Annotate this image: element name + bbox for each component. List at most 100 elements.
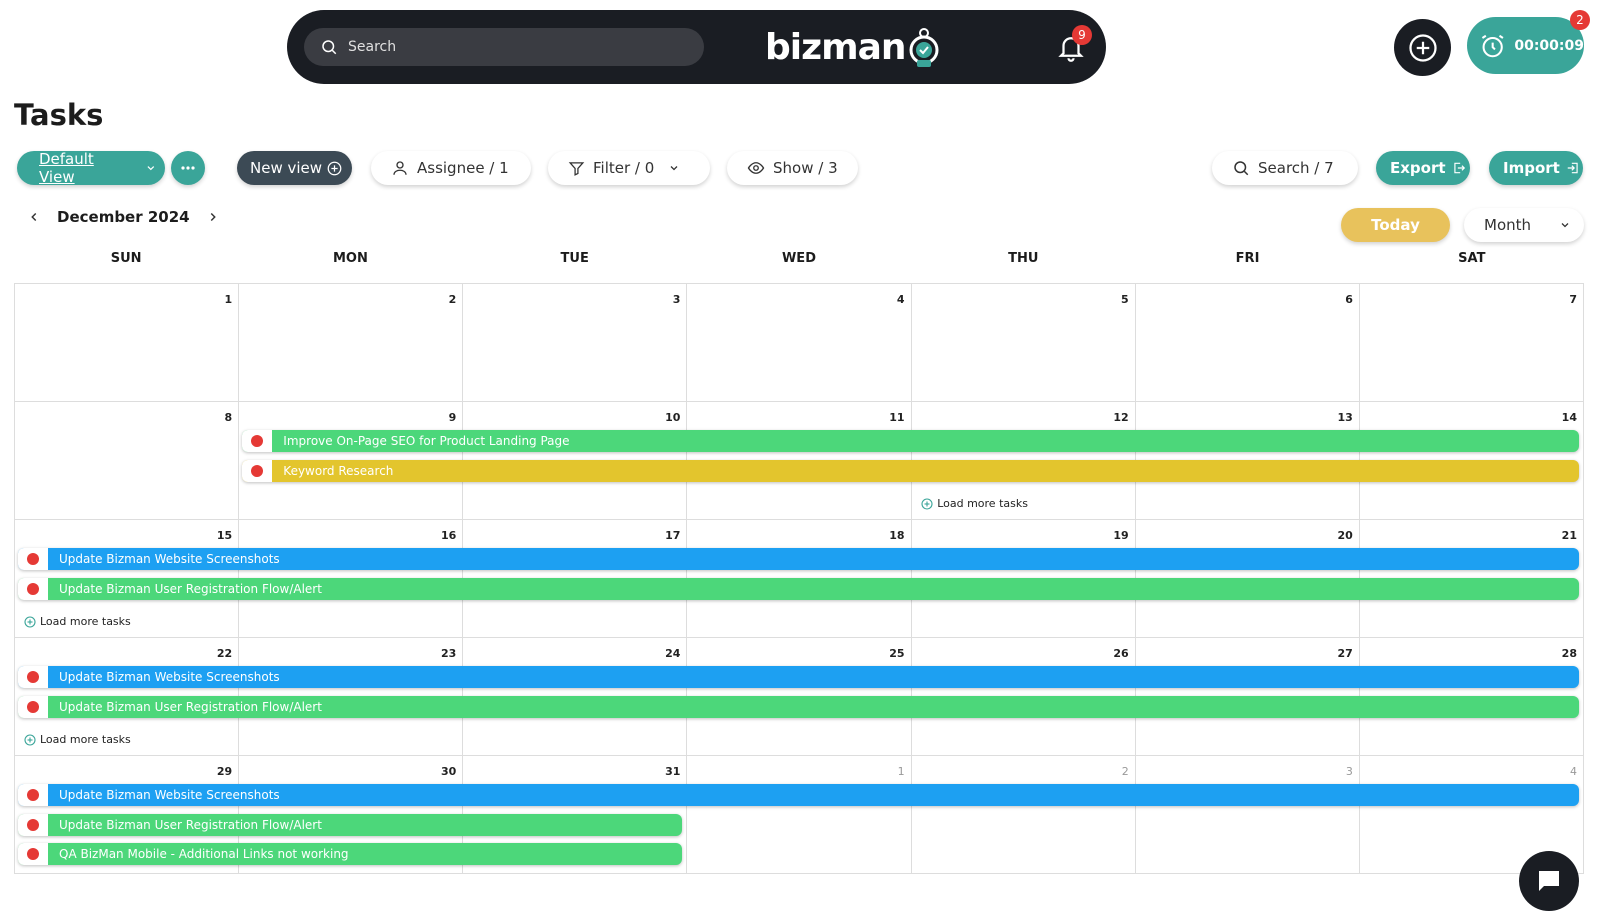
time-tracker-button[interactable]: 00:00:09 xyxy=(1467,17,1584,74)
day-number: 11 xyxy=(889,411,905,424)
calendar-day-cell[interactable]: 1 xyxy=(15,284,240,402)
chevron-down-icon xyxy=(1561,223,1569,228)
current-month-label: December 2024 xyxy=(57,208,190,226)
day-number: 29 xyxy=(216,765,233,778)
plus-circle-icon xyxy=(921,497,933,510)
calendar-day-cell[interactable]: 4 xyxy=(687,284,912,402)
show-fields-button[interactable]: Show / 3 xyxy=(727,151,858,185)
calendar-day-cell[interactable]: 3 xyxy=(463,284,688,402)
task-title: Improve On-Page SEO for Product Landing … xyxy=(283,434,570,448)
export-button[interactable]: Export xyxy=(1376,151,1470,185)
day-number: 6 xyxy=(1345,293,1353,306)
calendar-week-row: 8 9 10 11 12 13 14 Improve On-Page SEO for Prod… xyxy=(15,402,1584,520)
task-title: Keyword Research xyxy=(283,463,394,478)
weekday-label: SAT xyxy=(1458,251,1486,266)
task-status-indicator xyxy=(18,784,48,806)
calendar-view-select[interactable]: Month xyxy=(1464,208,1584,242)
logo-text: bizman xyxy=(765,26,906,68)
timer-badge: 2 xyxy=(1570,10,1590,30)
weekday-label: MON xyxy=(332,251,368,266)
calendar-day-cell[interactable]: 1 xyxy=(687,756,912,874)
task-status-indicator xyxy=(18,548,48,570)
search-icon xyxy=(322,40,337,55)
export-label: Export xyxy=(1390,159,1446,177)
new-view-button[interactable]: New view xyxy=(237,151,352,185)
chevron-down-icon xyxy=(147,166,155,171)
load-more-tasks-link[interactable]: Load more tasks xyxy=(24,615,131,628)
task-title: QA BizMan Mobile - Additional Links not … xyxy=(59,847,349,861)
task-bar[interactable]: Update Bizman User Registration Flow/Ale… xyxy=(18,813,682,836)
global-search[interactable] xyxy=(304,28,704,66)
day-number: 15 xyxy=(216,529,233,542)
alarm-clock-icon xyxy=(1481,34,1504,57)
quick-add-button[interactable] xyxy=(1394,19,1451,76)
month-calendar: SUN MON TUE WED THU FRI SAT 1 2 3 4 5 6 7 8 9 10 11 12 13 1… xyxy=(14,245,1584,874)
day-number: 3 xyxy=(672,293,681,306)
search-filter-button[interactable]: Search / 7 xyxy=(1212,151,1358,185)
day-number: 20 xyxy=(1337,529,1353,542)
day-number: 4 xyxy=(896,293,905,306)
load-more-tasks-link[interactable]: Load more tasks xyxy=(24,733,131,746)
status-dot xyxy=(27,848,39,860)
task-bar[interactable]: Update Bizman Website Screenshots xyxy=(18,784,1580,806)
day-number: 26 xyxy=(1113,647,1129,660)
task-bar[interactable]: Improve On-Page SEO for Product Landing … xyxy=(242,430,1580,452)
new-view-label: New view xyxy=(250,159,323,177)
day-number: 9 xyxy=(448,411,457,424)
task-bar[interactable]: Update Bizman Website Screenshots xyxy=(18,548,1580,570)
calendar-day-cell[interactable]: 2 xyxy=(239,284,464,402)
task-status-indicator xyxy=(242,459,273,482)
day-number: 30 xyxy=(440,765,457,778)
calendar-week-row: 15 16 17 18 19 20 21 Update Bizman Website Scre… xyxy=(15,520,1584,638)
task-bar[interactable]: Update Bizman Website Screenshots xyxy=(18,666,1580,688)
today-button[interactable]: Today xyxy=(1341,208,1450,242)
task-bar[interactable]: Update Bizman User Registration Flow/Ale… xyxy=(18,695,1580,718)
task-title: Update Bizman Website Screenshots xyxy=(59,552,280,566)
status-dot xyxy=(27,582,39,595)
chat-support-button[interactable] xyxy=(1519,851,1579,911)
day-number: 31 xyxy=(665,765,681,778)
task-bar[interactable]: Update Bizman User Registration Flow/Ale… xyxy=(18,577,1580,600)
calendar-day-cell[interactable]: 7 xyxy=(1359,284,1584,402)
assignee-filter-button[interactable]: Assignee / 1 xyxy=(371,151,531,185)
calendar-day-cell[interactable]: 3 xyxy=(1135,756,1360,874)
task-title: Update Bizman Website Screenshots xyxy=(59,788,280,802)
chevron-right-icon[interactable] xyxy=(206,210,220,224)
task-bar[interactable]: QA BizMan Mobile - Additional Links not … xyxy=(18,843,682,865)
search-icon xyxy=(1234,161,1249,176)
default-view-label: Default View xyxy=(39,150,94,186)
import-button[interactable]: Import xyxy=(1489,151,1583,185)
plus-circle-icon xyxy=(1408,33,1437,62)
default-view-dropdown[interactable]: Default View xyxy=(17,150,165,186)
filter-button[interactable]: Filter / 0 xyxy=(548,151,710,185)
day-number: 16 xyxy=(440,529,457,542)
status-dot xyxy=(27,700,39,713)
task-bar[interactable]: Keyword Research xyxy=(242,459,1580,482)
page-title: Tasks xyxy=(14,98,104,132)
weekday-label: WED xyxy=(781,251,816,266)
export-icon xyxy=(1453,162,1465,174)
chat-icon xyxy=(1539,871,1559,891)
day-number: 28 xyxy=(1561,647,1577,660)
status-dot xyxy=(27,818,39,831)
task-status-indicator xyxy=(18,843,48,865)
weekday-label: SUN xyxy=(110,251,142,266)
calendar-day-cell[interactable]: 5 xyxy=(911,284,1136,402)
day-number: 14 xyxy=(1561,411,1577,424)
global-search-input[interactable] xyxy=(348,39,668,55)
more-options-button[interactable] xyxy=(171,151,205,185)
day-number: 27 xyxy=(1337,647,1353,660)
load-more-tasks-link[interactable]: Load more tasks xyxy=(921,497,1028,510)
search-filter-label: Search / 7 xyxy=(1258,159,1334,177)
load-more-label: Load more tasks xyxy=(40,615,131,628)
day-number: 7 xyxy=(1569,293,1577,306)
calendar-day-cell[interactable]: 2 xyxy=(911,756,1136,874)
weekday-label: FRI xyxy=(1235,251,1260,266)
calendar-week-row: 29 30 31 1 2 3 4 Update Bizman Website Screensh… xyxy=(15,756,1584,874)
calendar-day-cell[interactable]: 8 xyxy=(15,402,240,520)
calendar-day-cell[interactable]: 6 xyxy=(1135,284,1360,402)
ellipsis-icon xyxy=(181,166,195,170)
task-status-indicator xyxy=(242,430,273,452)
weekday-label: THU xyxy=(1008,251,1039,266)
chevron-left-icon[interactable] xyxy=(27,210,41,224)
